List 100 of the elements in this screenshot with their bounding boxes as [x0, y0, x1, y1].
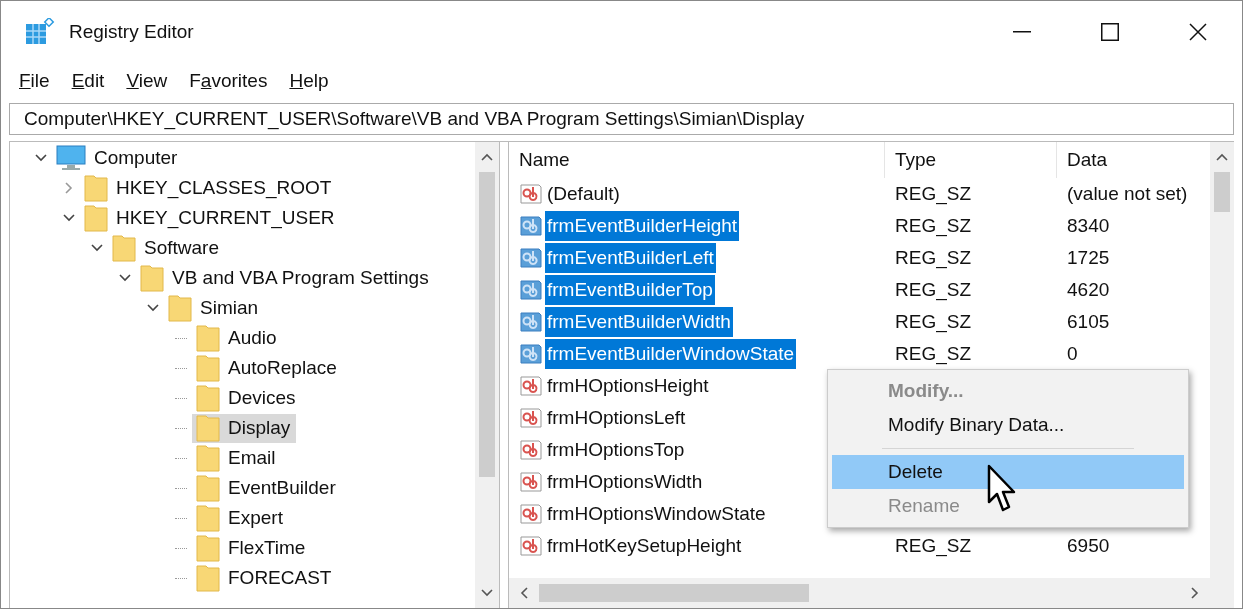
- tree-connector: [175, 487, 187, 489]
- string-value-icon: [519, 470, 543, 494]
- column-header[interactable]: Data: [1057, 142, 1210, 178]
- string-value-icon: [519, 534, 543, 558]
- table-cell: REG_SZ: [895, 310, 972, 332]
- table-cell: 6105: [1067, 310, 1110, 332]
- folder-icon: [196, 324, 220, 352]
- close-icon: [1189, 23, 1207, 41]
- value-name[interactable]: frmEventBuilderLeft: [545, 243, 716, 273]
- menu-item[interactable]: Modify Binary Data...: [832, 408, 1184, 442]
- value-name[interactable]: frmEventBuilderWindowState: [545, 339, 797, 369]
- value-name[interactable]: frmEventBuilderTop: [545, 275, 715, 305]
- tree-item[interactable]: Display: [192, 413, 297, 443]
- table-cell: REG_SZ: [895, 278, 972, 300]
- folder-icon: [196, 534, 220, 562]
- scrollbar-thumb[interactable]: [479, 172, 495, 477]
- folder-icon: [84, 204, 108, 232]
- address-bar[interactable]: Computer\HKEY_CURRENT_USER\Software\VB and VBA Program Settings\Simian\Display: [9, 103, 1234, 135]
- tree-item[interactable]: HKEY_CLASSES_ROOT: [80, 173, 338, 203]
- folder-icon: [196, 474, 220, 502]
- tree-item[interactable]: EventBuilder: [192, 473, 342, 503]
- tree-item[interactable]: VB and VBA Program Settings: [136, 263, 435, 293]
- table-cell: 0: [1067, 342, 1078, 364]
- tree-connector: [175, 367, 187, 369]
- menu-item[interactable]: Edit: [69, 66, 107, 96]
- string-value-icon: [519, 406, 543, 430]
- value-name[interactable]: frmHOptionsWindowState: [545, 499, 768, 529]
- table-cell: REG_SZ: [895, 342, 972, 364]
- horizontal-scrollbar[interactable]: [509, 578, 1234, 608]
- maximize-icon: [1101, 23, 1119, 41]
- tree-item[interactable]: Email: [192, 443, 282, 473]
- tree-item[interactable]: Computer: [52, 143, 184, 173]
- menu-item[interactable]: Favorites: [187, 66, 270, 96]
- monitor-icon: [56, 145, 86, 171]
- tree-item[interactable]: Audio: [192, 323, 283, 353]
- tree-connector: [175, 517, 187, 519]
- tree-item[interactable]: Simian: [164, 293, 265, 323]
- string-value-icon: [519, 214, 543, 238]
- table-cell: REG_SZ: [895, 182, 972, 204]
- value-name[interactable]: frmHOptionsLeft: [545, 403, 688, 433]
- tree-item[interactable]: Devices: [192, 383, 302, 413]
- string-value-icon: [519, 502, 543, 526]
- tree-connector: [175, 397, 187, 399]
- folder-icon: [196, 504, 220, 532]
- column-header[interactable]: Name: [509, 142, 885, 178]
- tree-item[interactable]: HKEY_CURRENT_USER: [80, 203, 341, 233]
- tree-item[interactable]: AutoReplace: [192, 353, 343, 383]
- value-name[interactable]: frmEventBuilderWidth: [545, 307, 733, 337]
- tree-item[interactable]: FlexTime: [192, 533, 312, 563]
- folder-icon: [196, 414, 220, 442]
- folder-icon: [168, 294, 192, 322]
- folder-icon: [196, 384, 220, 412]
- tree-item[interactable]: Expert: [192, 503, 289, 533]
- tree-connector: [175, 457, 187, 459]
- menu-item[interactable]: Help: [287, 66, 331, 96]
- string-value-icon: [519, 342, 543, 366]
- scrollbar-thumb[interactable]: [1214, 172, 1230, 212]
- table-cell: REG_SZ: [895, 214, 972, 236]
- table-cell: (value not set): [1067, 182, 1188, 204]
- folder-icon: [112, 234, 136, 262]
- string-value-icon: [519, 278, 543, 302]
- string-value-icon: [519, 246, 543, 270]
- minimize-icon: [1013, 31, 1031, 33]
- mouse-pointer-icon: [987, 464, 1017, 514]
- folder-icon: [84, 174, 108, 202]
- menu-item[interactable]: View: [124, 66, 170, 96]
- table-cell: 6950: [1067, 534, 1110, 556]
- value-name[interactable]: (Default): [545, 179, 622, 209]
- table-cell: REG_SZ: [895, 534, 972, 556]
- scrollbar-thumb[interactable]: [539, 584, 809, 602]
- window-title: Registry Editor: [69, 19, 194, 44]
- string-value-icon: [519, 310, 543, 334]
- vertical-scrollbar[interactable]: [475, 142, 499, 608]
- value-name[interactable]: frmHOptionsHeight: [545, 371, 711, 401]
- value-name[interactable]: frmHOptionsWidth: [545, 467, 705, 497]
- folder-icon: [140, 264, 164, 292]
- value-name[interactable]: frmEventBuilderHeight: [545, 211, 740, 241]
- tree-connector: [175, 427, 187, 429]
- column-header[interactable]: Type: [885, 142, 1057, 178]
- vertical-scrollbar[interactable]: [1210, 142, 1234, 578]
- table-cell: REG_SZ: [895, 246, 972, 268]
- table-cell: 1725: [1067, 246, 1110, 268]
- menu-item[interactable]: File: [17, 66, 52, 96]
- folder-icon: [196, 444, 220, 472]
- value-name[interactable]: frmHOptionsTop: [545, 435, 687, 465]
- tree-item[interactable]: FORECAST: [192, 563, 338, 593]
- folder-icon: [196, 564, 220, 592]
- tree-connector: [175, 577, 187, 579]
- table-cell: 4620: [1067, 278, 1110, 300]
- app-icon: [25, 18, 55, 46]
- string-value-icon: [519, 438, 543, 462]
- tree-connector: [175, 547, 187, 549]
- menu-item[interactable]: Delete: [832, 455, 1184, 489]
- string-value-icon: [519, 374, 543, 398]
- tree-item[interactable]: Software: [108, 233, 225, 263]
- table-cell: 8340: [1067, 214, 1110, 236]
- tree-connector: [175, 337, 187, 339]
- value-name[interactable]: frmHotKeySetupHeight: [545, 531, 744, 561]
- string-value-icon: [519, 182, 543, 206]
- folder-icon: [196, 354, 220, 382]
